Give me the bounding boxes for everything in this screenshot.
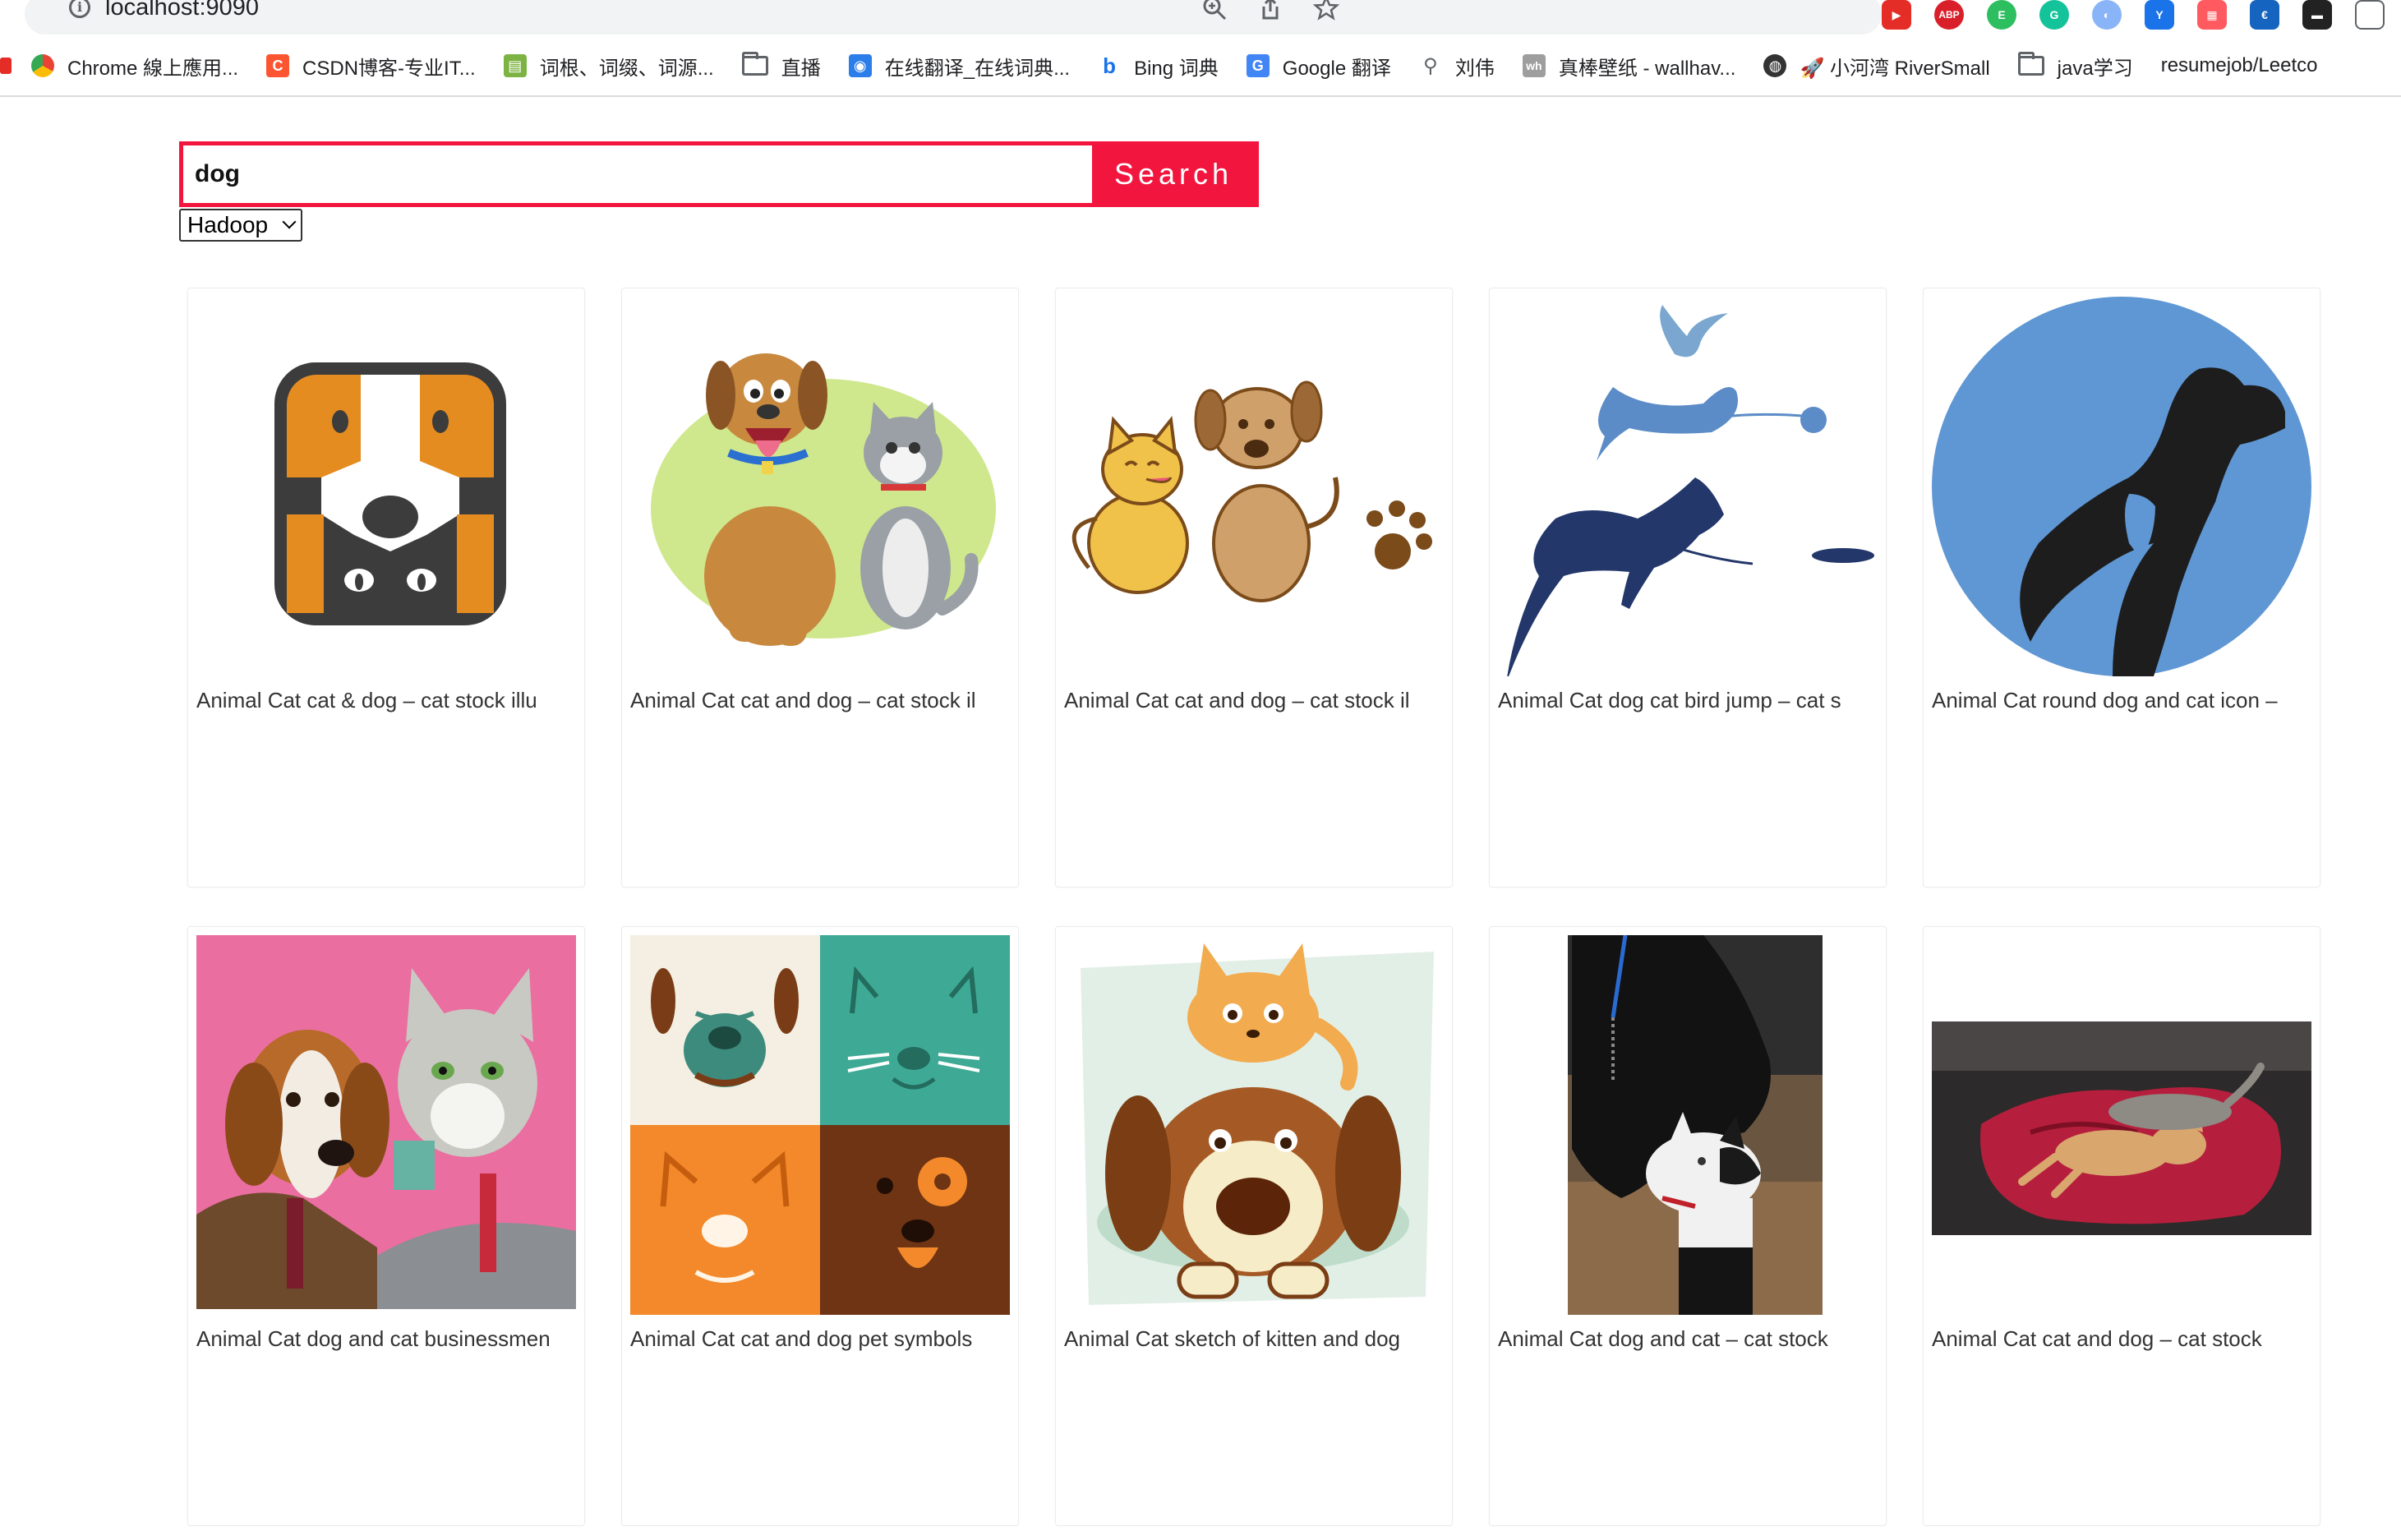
result-image[interactable] [1498,935,1878,1315]
bookmark-item[interactable]: resumejob/Leetco [2161,46,2318,85]
globe-icon: ◍ [1763,54,1787,77]
result-card[interactable]: Animal Cat dog cat bird jump – cat s [1489,288,1887,888]
evernote-icon[interactable]: E [1987,0,2016,30]
address-bar[interactable]: i localhost:9090 [25,0,1882,35]
result-card[interactable]: Animal Cat dog and cat – cat stock [1489,926,1887,1526]
result-image[interactable] [1064,935,1444,1315]
dictionary-icon: ▤ [503,54,527,77]
result-card[interactable]: Animal Cat cat and dog – cat stock il [621,288,1019,888]
csdn-icon: C [266,54,290,77]
search-button[interactable]: Search [1092,145,1255,203]
youtube-bookmark-icon[interactable] [0,58,12,74]
folder-icon [741,52,768,76]
bookmark-item[interactable]: ◍ 🚀 小河湾 RiverSmall [1763,46,1990,85]
person-icon: ⚲ [1418,54,1442,77]
translate-icon: ◉ [848,54,872,77]
result-card[interactable]: Animal Cat cat and dog – cat stock il [1055,288,1453,888]
bookmark-item[interactable]: ▤ 词根、词缀、词源... [503,46,714,85]
engine-select[interactable]: Hadoop [179,209,302,242]
result-caption[interactable]: Animal Cat cat and dog – cat stock il [630,686,1010,714]
bookmark-item[interactable]: b Bing 词典 [1098,46,1219,85]
share-icon[interactable] [1257,0,1283,21]
chrome-web-store-icon [31,54,54,77]
result-caption[interactable]: Animal Cat dog and cat businessmen [196,1325,576,1353]
folder-icon [2017,52,2044,76]
result-image[interactable] [630,297,1010,676]
euro-extension-icon[interactable]: € [2250,0,2279,30]
result-caption[interactable]: Animal Cat round dog and cat icon – [1932,686,2311,714]
result-image[interactable] [196,297,576,676]
adblock-plus-icon[interactable]: ABP [1934,0,1964,30]
zoom-icon[interactable] [1201,0,1228,21]
google-translate-icon: G [1246,54,1270,77]
result-card[interactable]: Animal Cat sketch of kitten and dog [1055,926,1453,1526]
card-extension-icon[interactable]: ▬ [2302,0,2332,30]
result-image[interactable] [196,935,576,1315]
result-caption[interactable]: Animal Cat dog and cat – cat stock [1498,1325,1878,1353]
browser-toolbar: i localhost:9090 ▶ ABP E G ◐ Y ▦ € ▬ [0,0,2401,36]
wallhaven-icon: wh [1522,54,1546,77]
result-caption[interactable]: Animal Cat cat and dog pet symbols [630,1325,1010,1353]
result-image[interactable] [1932,297,2311,676]
extension-icon[interactable]: ◐ [2092,0,2122,30]
result-image[interactable] [1064,297,1444,676]
result-caption[interactable]: Animal Cat dog cat bird jump – cat s [1498,686,1878,714]
youtube-extension-icon[interactable]: ▶ [1882,0,1911,30]
result-card[interactable]: Animal Cat cat and dog pet symbols [621,926,1019,1526]
red-extension-icon[interactable]: ▦ [2197,0,2227,30]
bookmark-item[interactable]: ⚲ 刘伟 [1418,46,1495,85]
reading-list-icon[interactable] [2355,0,2385,30]
site-info-icon[interactable]: i [69,0,90,18]
search-input[interactable] [183,145,1092,203]
result-card[interactable]: Animal Cat dog and cat businessmen [187,926,585,1526]
result-card[interactable]: Animal Cat cat & dog – cat stock illu [187,288,585,888]
engine-select-value: Hadoop [187,212,269,237]
url-text[interactable]: localhost:9090 [105,0,259,21]
bookmark-item[interactable]: ◉ 在线翻译_在线词典... [848,46,1070,85]
bookmarks-bar: Chrome 線上應用... C CSDN博客-专业IT... ▤ 词根、词缀、… [0,46,2401,85]
bookmark-item[interactable]: Chrome 線上應用... [31,46,238,85]
bing-icon: b [1098,53,1122,78]
bookmark-item[interactable]: C CSDN博客-专业IT... [266,46,476,85]
bookmark-folder[interactable]: java学习 [2017,46,2133,85]
bookmark-item[interactable]: wh 真棒壁纸 - wallhav... [1522,46,1735,85]
result-caption[interactable]: Animal Cat sketch of kitten and dog [1064,1325,1444,1353]
chevron-down-icon [282,214,297,229]
result-image[interactable] [630,935,1010,1315]
bookmark-folder[interactable]: 直播 [741,46,821,85]
result-card[interactable]: Animal Cat cat and dog – cat stock [1923,926,2320,1526]
toolbar-divider [0,95,2401,97]
result-caption[interactable]: Animal Cat cat & dog – cat stock illu [196,686,576,714]
result-image[interactable] [1498,297,1878,676]
result-caption[interactable]: Animal Cat cat and dog – cat stock il [1064,686,1444,714]
bookmark-star-icon[interactable] [1312,0,1340,21]
result-caption[interactable]: Animal Cat cat and dog – cat stock [1932,1325,2311,1353]
result-card[interactable]: Animal Cat round dog and cat icon – [1923,288,2320,888]
bookmark-item[interactable]: G Google 翻译 [1246,46,1391,85]
grammarly-icon[interactable]: G [2039,0,2069,30]
result-image[interactable] [1932,935,2311,1315]
search-bar: Search [179,141,1259,207]
vpn-extension-icon[interactable]: Y [2145,0,2174,30]
